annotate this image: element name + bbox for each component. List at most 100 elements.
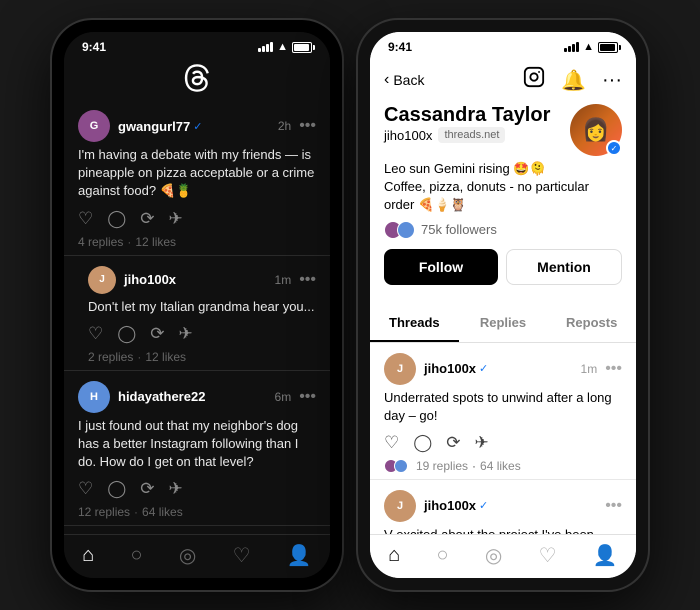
avatar: J xyxy=(384,353,416,385)
like-button[interactable]: ♡ xyxy=(78,209,93,229)
comment-button[interactable]: ◯ xyxy=(107,209,126,229)
avatar: G xyxy=(78,110,110,142)
left-phone: 9:41 ▲ xyxy=(52,20,342,590)
avatar: J xyxy=(384,490,416,522)
post-user-info: G gwangurl77 ✓ xyxy=(78,110,202,142)
username: jiho100x xyxy=(424,498,476,513)
post-actions: ♡ ◯ ⟳ ✈ xyxy=(78,209,316,229)
tab-threads[interactable]: Threads xyxy=(370,305,459,342)
battery-icon xyxy=(292,42,312,53)
post-actions: ♡ ◯ ⟳ ✈ xyxy=(384,433,622,453)
share-button[interactable]: ✈ xyxy=(169,479,183,499)
verified-badge: ✓ xyxy=(479,362,488,375)
left-time: 9:41 xyxy=(82,40,106,54)
bell-icon[interactable]: 🔔 xyxy=(561,68,586,93)
profile-post-header: J jiho100x ✓ 1m ••• xyxy=(384,353,622,385)
profile-actions: Follow Mention xyxy=(384,249,622,285)
post-content: Don't let my Italian grandma hear you... xyxy=(88,298,316,316)
like-button[interactable]: ♡ xyxy=(88,324,103,344)
repost-button[interactable]: ⟳ xyxy=(150,324,164,344)
followers-avatars xyxy=(384,221,415,239)
tab-replies[interactable]: Replies xyxy=(459,305,548,342)
nav-home-icon[interactable]: ⌂ xyxy=(388,544,400,567)
more-button[interactable]: ••• xyxy=(299,388,316,406)
nav-profile-icon[interactable]: 👤 xyxy=(593,543,618,568)
more-button[interactable]: ••• xyxy=(605,360,622,378)
post-content: Underrated spots to unwind after a long … xyxy=(384,389,622,425)
left-screen: 9:41 ▲ xyxy=(64,32,330,578)
nav-heart-icon[interactable]: ♡ xyxy=(233,543,251,568)
username: gwangurl77 xyxy=(118,119,190,134)
profile-post-header: J jiho100x ✓ ••• xyxy=(384,490,622,522)
post-user-info: H hidayathere22 xyxy=(78,381,205,413)
bottom-nav-right: ⌂ ○ ◎ ♡ 👤 xyxy=(370,534,636,578)
right-status-bar: 9:41 ▲ xyxy=(370,32,636,58)
follow-button[interactable]: Follow xyxy=(384,249,498,285)
more-button[interactable]: ••• xyxy=(605,497,622,515)
post-time: 1m xyxy=(275,273,292,287)
username-row: jiho100x ✓ xyxy=(424,498,488,513)
post-stats: 4 replies · 12 likes xyxy=(78,235,316,249)
right-screen: 9:41 ▲ xyxy=(370,32,636,578)
threads-logo-svg xyxy=(183,64,211,92)
verified-badge: ✓ xyxy=(193,120,202,133)
more-button[interactable]: ••• xyxy=(299,271,316,289)
nav-activity-icon[interactable]: ◎ xyxy=(179,543,196,568)
back-label: Back xyxy=(393,72,424,88)
post-item: G gwangurl77 ✓ 2h ••• xyxy=(64,100,330,256)
nav-profile-icon[interactable]: 👤 xyxy=(287,543,312,568)
repost-button[interactable]: ⟳ xyxy=(140,479,154,499)
nav-search-icon[interactable]: ○ xyxy=(131,544,143,567)
profile-posts: J jiho100x ✓ 1m ••• Underrat xyxy=(370,343,636,534)
profile-post-user: J jiho100x ✓ xyxy=(384,353,488,385)
more-icon[interactable]: ··· xyxy=(602,69,622,92)
profile-bio: Leo sun Gemini rising 🤩🫠 Coffee, pizza, … xyxy=(384,160,622,215)
instagram-icon[interactable] xyxy=(523,66,545,94)
nav-search-icon[interactable]: ○ xyxy=(437,544,449,567)
signal-icon xyxy=(258,42,273,52)
profile-name-avatar: Cassandra Taylor jiho100x threads.net 👩 … xyxy=(384,104,622,156)
repost-button[interactable]: ⟳ xyxy=(140,209,154,229)
share-button[interactable]: ✈ xyxy=(475,433,489,453)
more-button[interactable]: ••• xyxy=(299,117,316,135)
wifi-icon: ▲ xyxy=(277,41,288,53)
post-content: V excited about the project I've been wo… xyxy=(384,526,622,534)
post-stats: 2 replies · 12 likes xyxy=(88,350,316,364)
reply-avatars xyxy=(384,459,408,473)
post-header: H hidayathere22 6m ••• xyxy=(78,381,316,413)
mention-button[interactable]: Mention xyxy=(506,249,622,285)
post-header: J jiho100x 1m ••• xyxy=(88,266,316,294)
comment-button[interactable]: ◯ xyxy=(107,479,126,499)
like-button[interactable]: ♡ xyxy=(78,479,93,499)
bio-line2: Coffee, pizza, donuts - no particular or… xyxy=(384,178,622,214)
post-header: G gwangurl77 ✓ 2h ••• xyxy=(78,110,316,142)
username: jiho100x xyxy=(124,272,176,287)
profile-followers: 75k followers xyxy=(384,221,622,239)
profile-post-item: J jiho100x ✓ 1m ••• Underrat xyxy=(370,343,636,480)
repost-button[interactable]: ⟳ xyxy=(446,433,460,453)
username-row: jiho100x ✓ xyxy=(424,361,488,376)
verified-profile-badge: ✓ xyxy=(606,140,622,156)
profile-info: Cassandra Taylor jiho100x threads.net 👩 … xyxy=(370,100,636,305)
tab-reposts[interactable]: Reposts xyxy=(547,305,636,342)
comment-button[interactable]: ◯ xyxy=(117,324,136,344)
share-button[interactable]: ✈ xyxy=(169,209,183,229)
profile-tabs: Threads Replies Reposts xyxy=(370,305,636,343)
username-row: jiho100x xyxy=(124,272,176,287)
back-button[interactable]: ‹ Back xyxy=(384,71,424,89)
share-button[interactable]: ✈ xyxy=(179,324,193,344)
username: jiho100x xyxy=(424,361,476,376)
nav-heart-icon[interactable]: ♡ xyxy=(539,543,557,568)
right-time: 9:41 xyxy=(388,40,412,54)
signal-icon xyxy=(564,42,579,52)
post-time: 1m xyxy=(581,362,598,376)
comment-button[interactable]: ◯ xyxy=(413,433,432,453)
post-time: 6m xyxy=(275,390,292,404)
bottom-nav: ⌂ ○ ◎ ♡ 👤 xyxy=(64,534,330,578)
like-button[interactable]: ♡ xyxy=(384,433,399,453)
post-item: ⟳ tarekoyou reposted A aimi.allover xyxy=(64,526,330,534)
nav-home-icon[interactable]: ⌂ xyxy=(82,544,94,567)
nav-activity-icon[interactable]: ◎ xyxy=(485,543,502,568)
profile-post-user: J jiho100x ✓ xyxy=(384,490,488,522)
post-content: I'm having a debate with my friends — is… xyxy=(78,146,316,201)
